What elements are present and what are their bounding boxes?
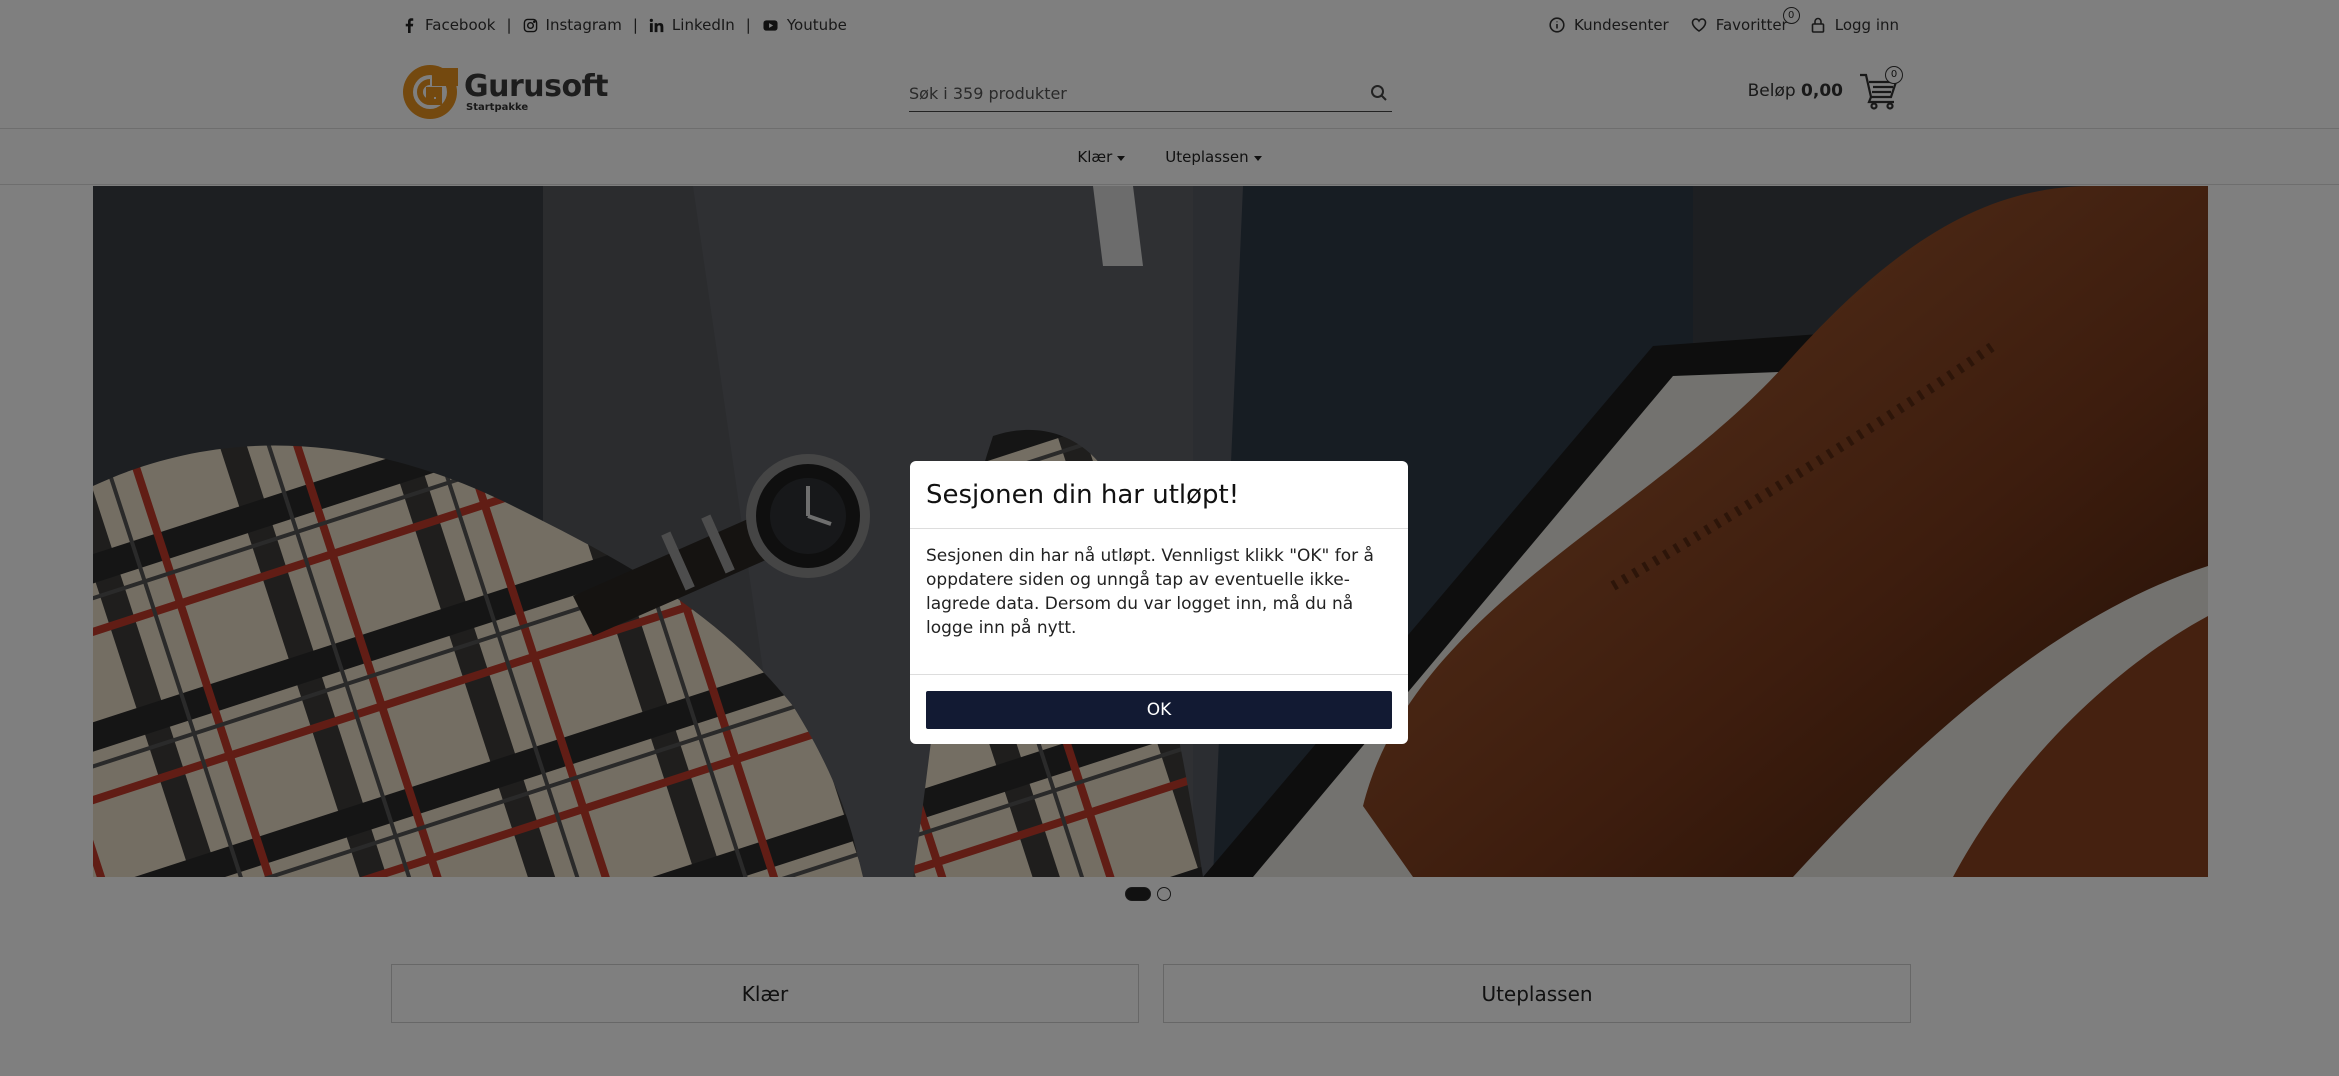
session-expired-dialog: Sesjonen din har utløpt! Sesjonen din ha…: [910, 461, 1408, 744]
divider: [910, 528, 1408, 529]
ok-button[interactable]: OK: [926, 691, 1392, 729]
modal-body: Sesjonen din har nå utløpt. Vennligst kl…: [926, 546, 1374, 638]
modal-title: Sesjonen din har utløpt!: [926, 480, 1240, 510]
divider: [910, 674, 1408, 675]
